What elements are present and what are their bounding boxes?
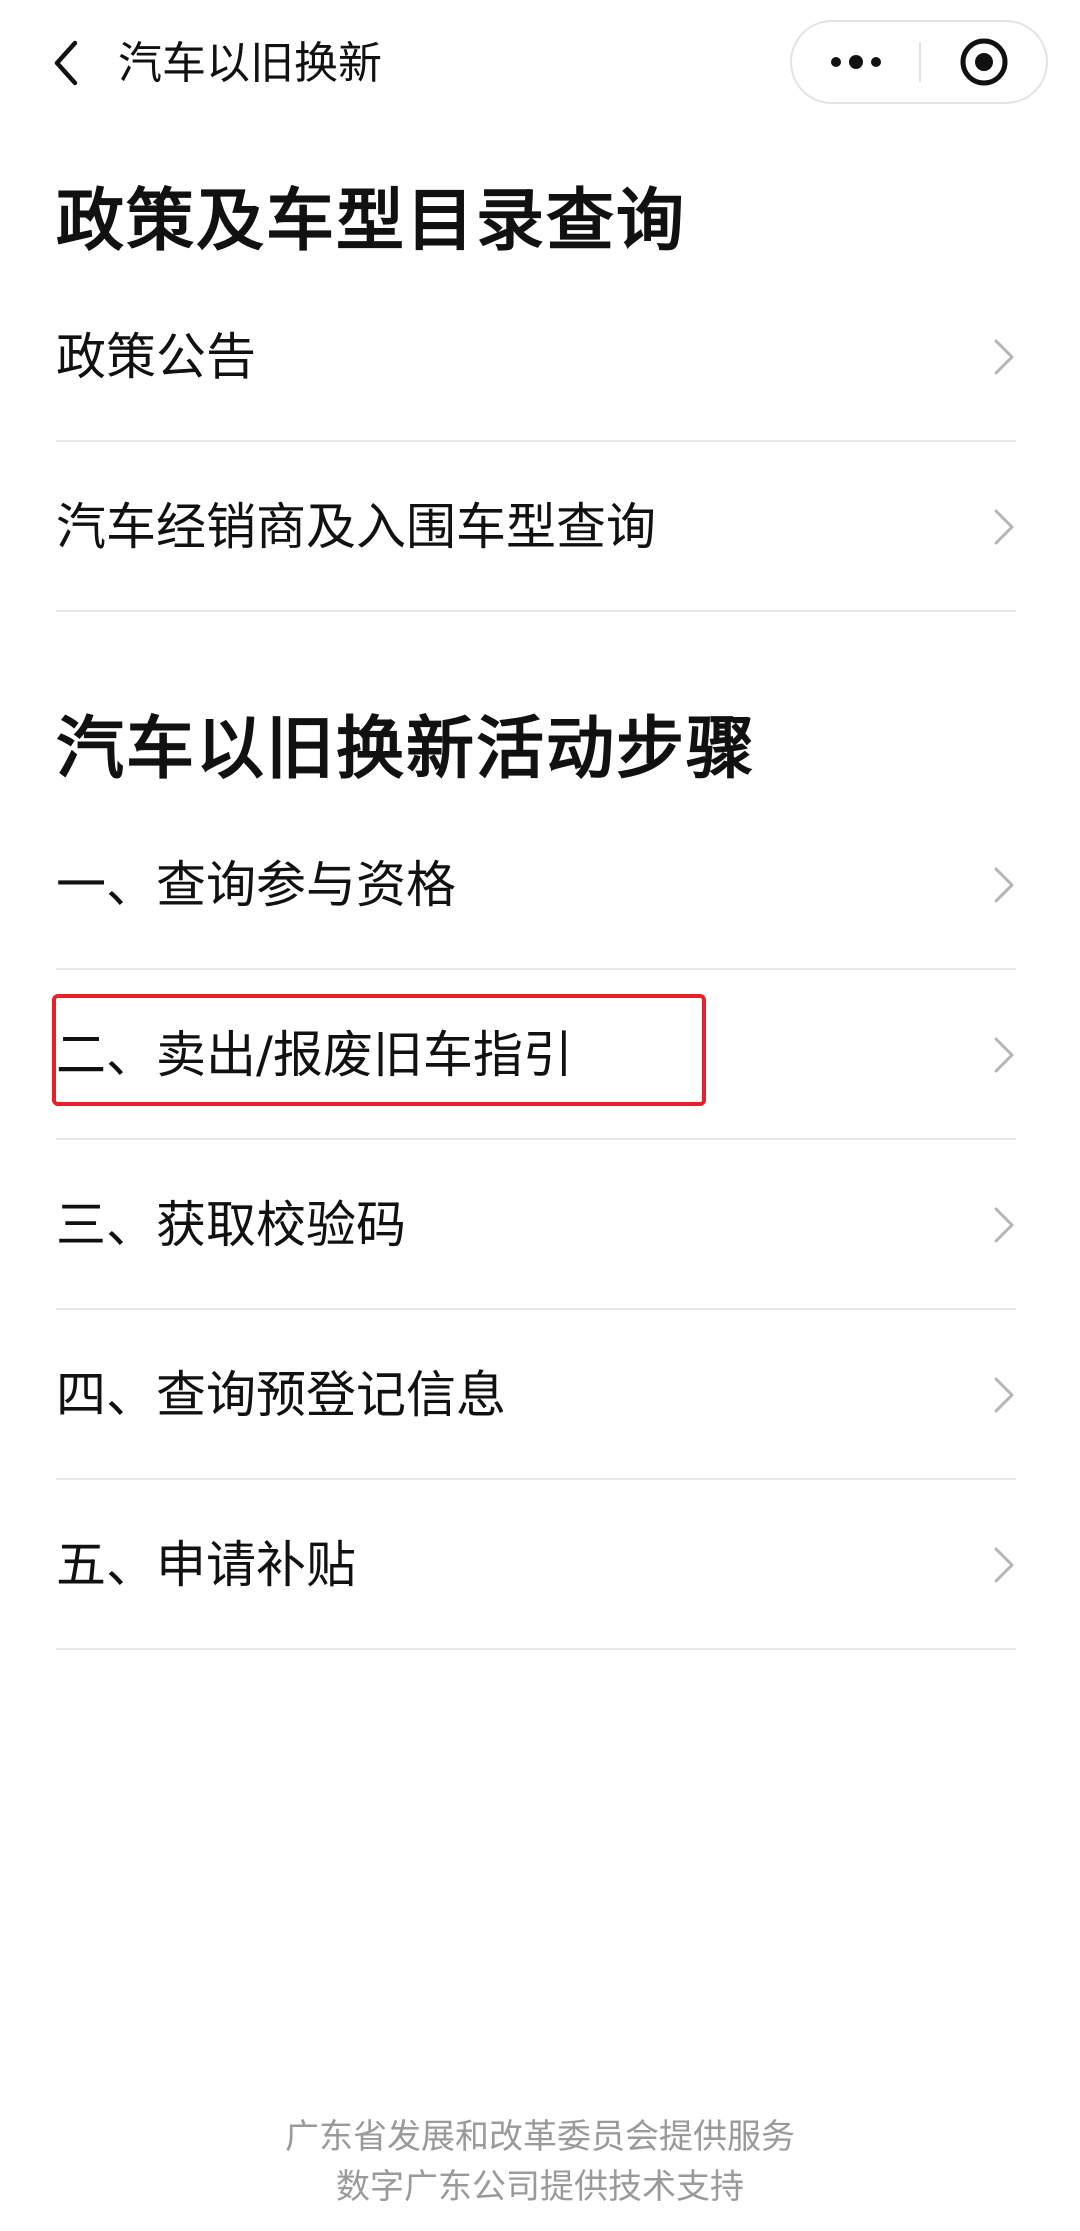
target-close-icon	[960, 38, 1007, 86]
chevron-left-icon	[54, 40, 78, 86]
list-item-label: 汽车经销商及入围车型查询	[56, 498, 656, 556]
chevron-right-icon	[994, 339, 1014, 375]
list-item-step-1[interactable]: 一、查询参与资格	[56, 800, 1016, 970]
divider	[56, 1648, 1016, 1650]
chevron-right-icon	[994, 509, 1014, 545]
list-item-dealer-model-query[interactable]: 汽车经销商及入围车型查询	[56, 442, 1016, 612]
chevron-right-icon	[994, 867, 1014, 903]
more-button[interactable]	[792, 22, 920, 102]
footer-support-text: 数字广东公司提供技术支持	[336, 2167, 744, 2207]
mini-program-capsule	[790, 20, 1048, 104]
footer: 广东省发展和改革委员会提供服务 数字广东公司提供技术支持	[0, 2112, 1080, 2212]
list-item-label: 四、查询预登记信息	[56, 1366, 506, 1424]
chevron-right-icon	[994, 1377, 1014, 1413]
page: 汽车以旧换新 政策及车型目录查询 政策公告 汽车经销商及入围车型查询 汽车以旧换…	[0, 0, 1080, 2231]
chevron-right-icon	[994, 1037, 1014, 1073]
list-item-step-4[interactable]: 四、查询预登记信息	[56, 1310, 1016, 1480]
section-title-policy: 政策及车型目录查询	[56, 182, 687, 261]
list-item-label: 五、申请补贴	[56, 1536, 356, 1594]
nav-bar: 汽车以旧换新	[0, 0, 1080, 130]
back-button[interactable]	[36, 30, 96, 96]
page-title: 汽车以旧换新	[118, 38, 382, 89]
list-item-step-2[interactable]: 二、卖出/报废旧车指引	[56, 970, 1016, 1140]
divider	[56, 610, 1016, 612]
section-title-steps: 汽车以旧换新活动步骤	[56, 710, 757, 789]
list-item-policy-announcement[interactable]: 政策公告	[56, 272, 1016, 442]
list-item-step-3[interactable]: 三、获取校验码	[56, 1140, 1016, 1310]
close-button[interactable]	[921, 22, 1046, 102]
list-item-label: 二、卖出/报废旧车指引	[56, 1026, 573, 1084]
chevron-right-icon	[994, 1547, 1014, 1583]
chevron-right-icon	[994, 1207, 1014, 1243]
list-item-label: 一、查询参与资格	[56, 856, 456, 914]
footer-service-text: 广东省发展和改革委员会提供服务	[285, 2117, 795, 2157]
list-item-label: 三、获取校验码	[56, 1196, 406, 1254]
list-item-label: 政策公告	[56, 328, 256, 386]
more-dots-icon	[831, 55, 881, 69]
list-item-step-5[interactable]: 五、申请补贴	[56, 1480, 1016, 1650]
